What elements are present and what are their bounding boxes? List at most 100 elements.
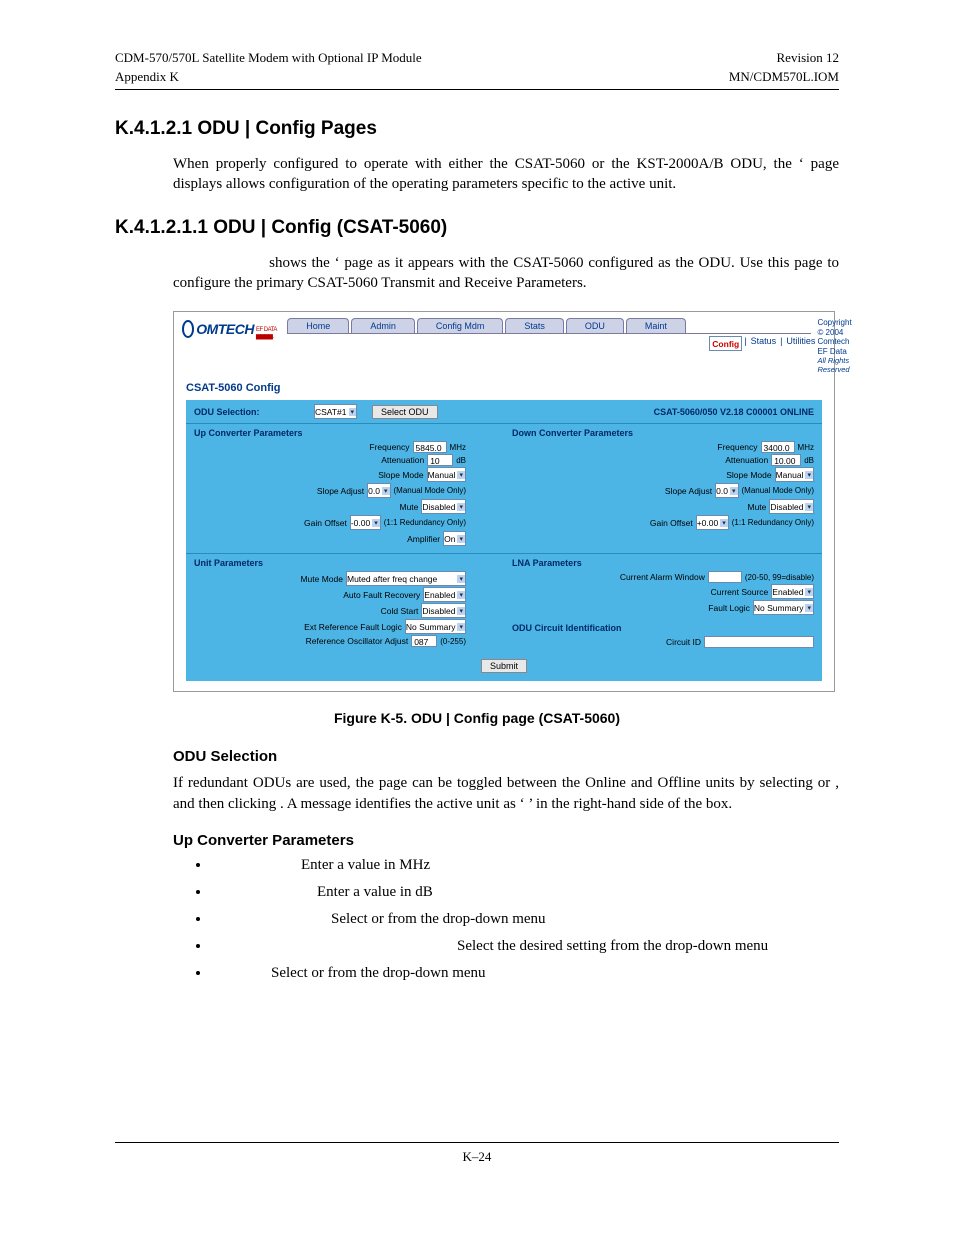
- chevron-down-icon: ▾: [457, 623, 465, 631]
- chevron-down-icon: ▾: [805, 503, 813, 511]
- lna-caw-input[interactable]: [708, 571, 742, 583]
- chevron-down-icon: ▾: [730, 487, 738, 495]
- subtab-utilities[interactable]: Utilities: [784, 336, 817, 351]
- tab-admin[interactable]: Admin: [351, 318, 415, 333]
- nav-tabs: Home Admin Config Mdm Stats ODU Maint: [287, 318, 811, 334]
- down-converter-title: Down Converter Parameters: [512, 428, 814, 438]
- lna-fl-value: No Summary: [754, 603, 804, 613]
- tab-maint[interactable]: Maint: [626, 318, 686, 333]
- odu-selection-select[interactable]: CSAT#1▾: [314, 404, 357, 419]
- unit-erfl-label: Ext Reference Fault Logic: [304, 622, 402, 632]
- dn-slopemode-select[interactable]: Manual▾: [775, 467, 814, 482]
- submit-button[interactable]: Submit: [481, 659, 527, 673]
- list-item: Enter a value in MHz: [211, 857, 839, 874]
- lna-cs-value: Enabled: [772, 587, 803, 597]
- dn-slopemode-label: Slope Mode: [726, 470, 771, 480]
- unit-afr-label: Auto Fault Recovery: [343, 590, 420, 600]
- hdr-left1: CDM-570/570L Satellite Modem with Option…: [115, 50, 422, 66]
- logo: OMTECH EF DATA ▆▆▆▆.: [182, 318, 279, 340]
- up-atten-input[interactable]: 10: [427, 454, 453, 466]
- up-slopemode-select[interactable]: Manual▾: [427, 467, 466, 482]
- up-converter-list: Enter a value in MHz Enter a value in dB…: [193, 857, 839, 982]
- list-item: Select the desired setting from the drop…: [211, 938, 839, 955]
- unit-mutemode-value: Muted after freq change: [347, 574, 437, 584]
- up-amp-select[interactable]: On▾: [443, 531, 466, 546]
- para-config-csat: shows the ‘ page as it appears with the …: [173, 253, 839, 294]
- up-atten-label: Attenuation: [381, 455, 424, 465]
- chevron-down-icon: ▾: [457, 535, 465, 543]
- up-mute-label: Mute: [400, 502, 419, 512]
- up-slopeadj-select[interactable]: 0.0▾: [367, 483, 390, 498]
- dn-gainoff-value: +0.00: [697, 518, 719, 528]
- up-freq-label: Frequency: [369, 442, 409, 452]
- lna-fl-select[interactable]: No Summary▾: [753, 600, 814, 615]
- chevron-down-icon: ▾: [457, 471, 465, 479]
- figure-caption: Figure K-5. ODU | Config page (CSAT-5060…: [115, 710, 839, 726]
- panel-title: CSAT-5060 Config: [174, 374, 834, 400]
- config-panel: ODU Selection: CSAT#1▾ Select ODU CSAT-5…: [186, 400, 822, 681]
- para-config-pages: When properly configured to operate with…: [173, 154, 839, 195]
- up-slopemode-label: Slope Mode: [378, 470, 423, 480]
- up-freq-input[interactable]: 5845.0: [413, 441, 447, 453]
- unit-coldstart-select[interactable]: Disabled▾: [421, 603, 466, 618]
- heading-config-csat: K.4.1.2.1.1 ODU | Config (CSAT-5060): [115, 217, 839, 239]
- dn-freq-unit: MHz: [798, 443, 814, 452]
- select-odu-button[interactable]: Select ODU: [372, 405, 438, 419]
- unit-afr-value: Enabled: [424, 590, 455, 600]
- chevron-down-icon: ▾: [349, 408, 357, 416]
- unit-mutemode-select[interactable]: Muted after freq change▾: [346, 571, 466, 586]
- copyright-l3: All Rights Reserved: [817, 356, 851, 374]
- up-amp-label: Amplifier: [407, 534, 440, 544]
- subtab-config[interactable]: Config: [709, 336, 742, 351]
- tab-stats[interactable]: Stats: [505, 318, 564, 333]
- dn-mute-select[interactable]: Disabled▾: [769, 499, 814, 514]
- logo-text: OMTECH: [196, 321, 254, 337]
- tab-config[interactable]: Config Mdm: [417, 318, 504, 333]
- para-odu-selection: If redundant ODUs are used, the page can…: [173, 773, 839, 814]
- dn-slopeadj-label: Slope Adjust: [665, 486, 712, 496]
- unit-params-title: Unit Parameters: [194, 558, 496, 568]
- chevron-down-icon: ▾: [805, 604, 813, 612]
- tab-home[interactable]: Home: [287, 318, 349, 333]
- tab-odu[interactable]: ODU: [566, 318, 624, 333]
- list-item: Select or from the drop-down menu: [211, 911, 839, 928]
- unit-roa-label: Reference Oscillator Adjust: [306, 636, 409, 646]
- heading-config-pages: K.4.1.2.1 ODU | Config Pages: [115, 118, 839, 140]
- dn-gainoff-hint: (1:1 Redundancy Only): [732, 518, 814, 527]
- dn-gainoff-label: Gain Offset: [650, 518, 693, 528]
- para-config-csat-text: shows the ‘ page as it appears with the …: [173, 255, 839, 291]
- unit-roa-input[interactable]: 087: [411, 635, 437, 647]
- unit-erfl-select[interactable]: No Summary▾: [405, 619, 466, 634]
- chevron-down-icon: ▾: [457, 591, 465, 599]
- list-item: Select or from the drop-down menu: [211, 965, 839, 982]
- unit-coldstart-value: Disabled: [422, 606, 455, 616]
- lna-cs-select[interactable]: Enabled▾: [771, 584, 814, 599]
- dn-freq-input[interactable]: 3400.0: [761, 441, 795, 453]
- dn-slopeadj-select[interactable]: 0.0▾: [715, 483, 738, 498]
- dn-atten-unit: dB: [804, 456, 814, 465]
- unit-afr-select[interactable]: Enabled▾: [423, 587, 466, 602]
- unit-mutemode-label: Mute Mode: [300, 574, 343, 584]
- copyright-l2: Comtech EF Data: [817, 337, 851, 356]
- up-gainoff-select[interactable]: -0.00▾: [350, 515, 381, 530]
- dn-slopeadj-hint: (Manual Mode Only): [742, 486, 814, 495]
- hdr-right1: Revision 12: [777, 50, 839, 66]
- chevron-down-icon: ▾: [457, 607, 465, 615]
- dn-mute-value: Disabled: [770, 502, 803, 512]
- oci-input[interactable]: [704, 636, 814, 648]
- lna-params-title: LNA Parameters: [512, 558, 814, 568]
- dn-slopeadj-value: 0.0: [716, 486, 728, 496]
- dn-atten-input[interactable]: 10.00: [771, 454, 801, 466]
- up-gainoff-hint: (1:1 Redundancy Only): [384, 518, 466, 527]
- subtab-status[interactable]: Status: [749, 336, 779, 351]
- dn-gainoff-select[interactable]: +0.00▾: [696, 515, 729, 530]
- up-amp-value: On: [444, 534, 455, 544]
- dn-freq-label: Frequency: [717, 442, 757, 452]
- up-mute-select[interactable]: Disabled▾: [421, 499, 466, 514]
- odu-status-text: CSAT-5060/050 V2.18 C00001 ONLINE: [654, 407, 814, 417]
- dn-mute-label: Mute: [748, 502, 767, 512]
- copyright-l1: Copyright © 2004: [817, 318, 851, 337]
- logo-subtext: EF DATA ▆▆▆▆.: [256, 327, 279, 340]
- odu-selection-label: ODU Selection:: [194, 407, 314, 417]
- chevron-down-icon: ▾: [457, 503, 465, 511]
